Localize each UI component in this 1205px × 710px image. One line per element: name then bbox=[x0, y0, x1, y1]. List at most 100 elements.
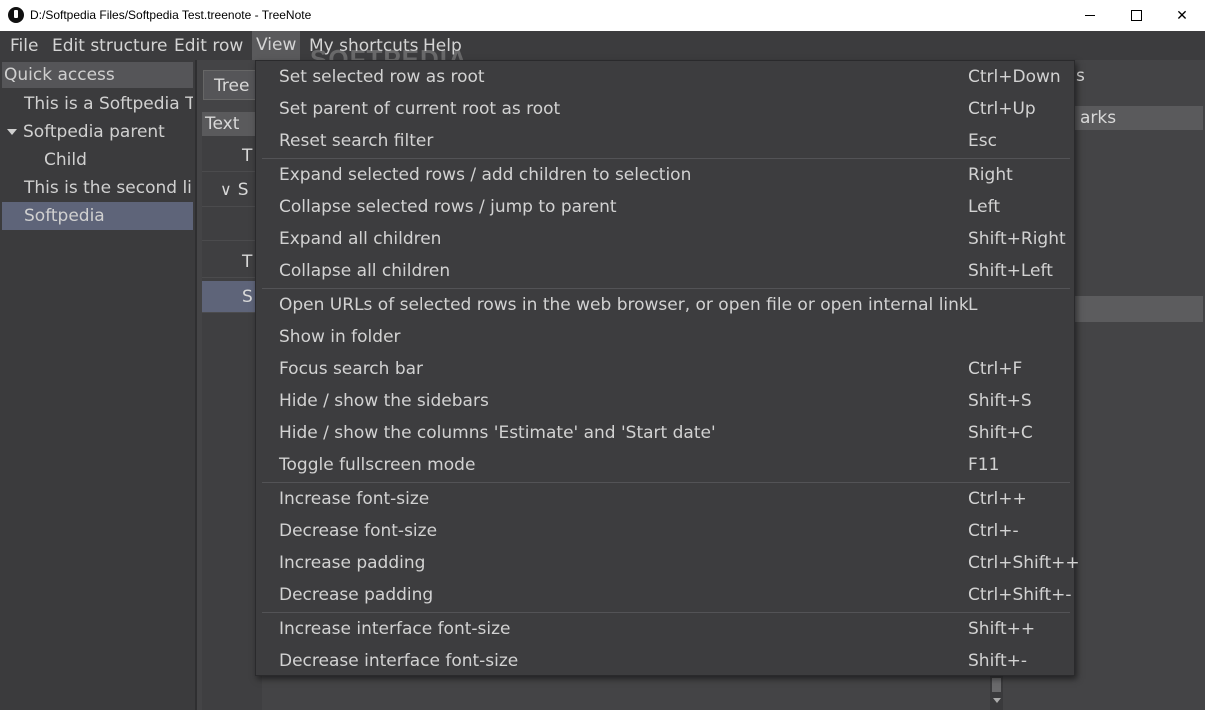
maximize-icon bbox=[1130, 10, 1142, 21]
menu-item-label: Increase padding bbox=[279, 553, 426, 573]
menu-item-shortcut: Esc bbox=[968, 131, 997, 151]
menu-item-shortcut: Ctrl+Down bbox=[968, 67, 1061, 87]
view-menu-dropdown: Set selected row as root Ctrl+Down Set par… bbox=[255, 60, 1080, 678]
sidebar-item-label: This is the second line bbox=[24, 178, 193, 198]
sidebar-item-label: Softpedia parent bbox=[23, 122, 165, 142]
menu-item-label: Reset search filter bbox=[279, 131, 434, 151]
menu-item-label: Decrease interface font-size bbox=[279, 651, 519, 671]
tree-row-text: S bbox=[242, 287, 253, 307]
menu-item-shortcut: Shift+Right bbox=[968, 229, 1066, 249]
menu-item-label: Hide / show the columns 'Estimate' and '… bbox=[279, 423, 716, 443]
sidebar-tree-item[interactable]: This is a Softpedia Test bbox=[0, 90, 193, 118]
chevron-down-icon[interactable]: ∨ bbox=[220, 174, 232, 206]
menu-item-label: Set parent of current root as root bbox=[279, 99, 561, 119]
right-panel-label: s bbox=[1076, 66, 1085, 86]
menu-item-shortcut: Right bbox=[968, 165, 1013, 185]
menu-item-shortcut: Shift+- bbox=[968, 651, 1028, 671]
menu-item-shortcut: Ctrl+Shift+- bbox=[968, 585, 1072, 605]
sidebar-item-label: Child bbox=[44, 150, 87, 170]
menu-item-shortcut: Ctrl++ bbox=[968, 489, 1027, 509]
menu-separator bbox=[262, 612, 1070, 613]
view-menu-item[interactable]: Hide / show the sidebars Shift+S bbox=[256, 386, 1074, 418]
sidebar-tree-item[interactable]: Child bbox=[0, 146, 193, 174]
menu-item-shortcut: Shift+Left bbox=[968, 261, 1053, 281]
minimize-button[interactable] bbox=[1067, 0, 1113, 31]
tree-row-selected[interactable]: S bbox=[202, 281, 262, 313]
view-menu-item[interactable]: Expand all children Shift+Right bbox=[256, 224, 1074, 256]
menu-item-shortcut: Shift+S bbox=[968, 391, 1032, 411]
view-menu-item[interactable]: Set parent of current root as root Ctrl+U… bbox=[256, 94, 1074, 126]
menu-item-label: Set selected row as root bbox=[279, 67, 485, 87]
menu-item-label: Show in folder bbox=[279, 327, 401, 347]
view-menu-item[interactable]: Collapse selected rows / jump to parent L… bbox=[256, 192, 1074, 224]
tree-row[interactable]: T bbox=[202, 246, 262, 278]
window-title: D:/Softpedia Files/Softpedia Test.treeno… bbox=[30, 8, 312, 22]
view-menu-item[interactable]: Show in folder bbox=[256, 322, 1074, 354]
quick-access-sidebar: Quick access This is a Softpedia Test So… bbox=[0, 60, 197, 710]
tree-row[interactable]: T bbox=[202, 140, 262, 172]
menu-bar: File Edit structure Edit row View My sho… bbox=[0, 31, 1205, 60]
right-panel-label-text: s bbox=[1076, 66, 1085, 86]
tree-row[interactable]: ∨ S bbox=[202, 174, 262, 207]
menu-item-shortcut: F11 bbox=[968, 455, 1000, 475]
tree-row[interactable] bbox=[202, 208, 262, 241]
menu-item-label: Increase interface font-size bbox=[279, 619, 511, 639]
view-menu-item[interactable]: Increase interface font-size Shift++ bbox=[256, 614, 1074, 646]
menu-item-label: Hide / show the sidebars bbox=[279, 391, 489, 411]
menu-item-label: Decrease font-size bbox=[279, 521, 438, 541]
tab-tree[interactable]: Tree bbox=[203, 70, 257, 100]
tree-row-text: T bbox=[242, 252, 253, 272]
app-icon bbox=[8, 7, 24, 23]
view-menu-item[interactable]: Increase padding Ctrl+Shift++ bbox=[256, 548, 1080, 580]
view-menu-item[interactable]: Decrease font-size Ctrl+- bbox=[256, 516, 1074, 548]
sidebar-tree-item[interactable]: Softpedia parent bbox=[0, 118, 193, 146]
menu-item-label: Increase font-size bbox=[279, 489, 430, 509]
bookmarks-header-text: arks bbox=[1080, 108, 1117, 128]
menu-item-label: Expand selected rows / add children to s… bbox=[279, 165, 692, 185]
sidebar-tree-item[interactable]: This is the second line bbox=[0, 174, 193, 202]
menu-item-shortcut: Left bbox=[968, 197, 1000, 217]
tree-row-text: T bbox=[242, 146, 253, 166]
menu-file[interactable]: File bbox=[10, 36, 38, 56]
menu-item-label: Toggle fullscreen mode bbox=[279, 455, 476, 475]
view-menu-item[interactable]: Focus search bar Ctrl+F bbox=[256, 354, 1074, 386]
bookmarks-header[interactable]: arks bbox=[1074, 106, 1203, 130]
menu-item-label: Collapse selected rows / jump to parent bbox=[279, 197, 617, 217]
menu-edit-structure[interactable]: Edit structure bbox=[52, 36, 167, 56]
view-menu-item[interactable]: Expand selected rows / add children to s… bbox=[256, 160, 1074, 192]
menu-edit-row[interactable]: Edit row bbox=[174, 36, 243, 56]
sidebar-item-label: This is a Softpedia Test bbox=[24, 94, 193, 114]
view-menu-item[interactable]: Decrease padding Ctrl+Shift+- bbox=[256, 580, 1074, 612]
view-menu-item[interactable]: Collapse all children Shift+Left bbox=[256, 256, 1074, 288]
menu-item-label: Open URLs of selected rows in the web br… bbox=[279, 295, 969, 315]
title-bar: D:/Softpedia Files/Softpedia Test.treeno… bbox=[0, 0, 1205, 31]
menu-item-label: Expand all children bbox=[279, 229, 442, 249]
menu-item-label: Collapse all children bbox=[279, 261, 451, 281]
menu-item-shortcut: L bbox=[968, 295, 978, 315]
menu-item-shortcut: Ctrl+F bbox=[968, 359, 1023, 379]
view-menu-item[interactable]: Set selected row as root Ctrl+Down bbox=[256, 62, 1074, 94]
menu-item-shortcut: Shift+C bbox=[968, 423, 1033, 443]
view-menu-item[interactable]: Toggle fullscreen mode F11 bbox=[256, 450, 1074, 482]
close-button[interactable]: ✕ bbox=[1159, 0, 1205, 31]
menu-separator bbox=[262, 158, 1070, 159]
menu-item-shortcut: Ctrl+Up bbox=[968, 99, 1036, 119]
bookmark-row-selected[interactable] bbox=[1074, 296, 1203, 322]
menu-view[interactable]: View bbox=[252, 31, 301, 60]
scrollbar-thumb[interactable] bbox=[992, 678, 1001, 692]
view-menu-item[interactable]: Increase font-size Ctrl++ bbox=[256, 484, 1074, 516]
sidebar-item-label: Softpedia bbox=[24, 206, 105, 226]
view-menu-item[interactable]: Reset search filter Esc bbox=[256, 126, 1074, 158]
menu-item-shortcut: Ctrl+- bbox=[968, 521, 1019, 541]
quick-access-header: Quick access bbox=[2, 62, 193, 88]
maximize-button[interactable] bbox=[1113, 0, 1159, 31]
tree-row-text: S bbox=[237, 180, 249, 200]
scroll-down-arrow-icon[interactable] bbox=[993, 698, 1001, 703]
expand-caret-icon[interactable] bbox=[7, 129, 17, 135]
view-menu-item[interactable]: Decrease interface font-size Shift+- bbox=[256, 646, 1074, 678]
view-menu-item[interactable]: Open URLs of selected rows in the web br… bbox=[256, 290, 1074, 322]
sidebar-tree-item-selected[interactable]: Softpedia bbox=[2, 202, 193, 230]
view-menu-item[interactable]: Hide / show the columns 'Estimate' and '… bbox=[256, 418, 1074, 450]
menu-item-shortcut: Ctrl+Shift++ bbox=[968, 553, 1080, 573]
menu-item-label: Decrease padding bbox=[279, 585, 434, 605]
